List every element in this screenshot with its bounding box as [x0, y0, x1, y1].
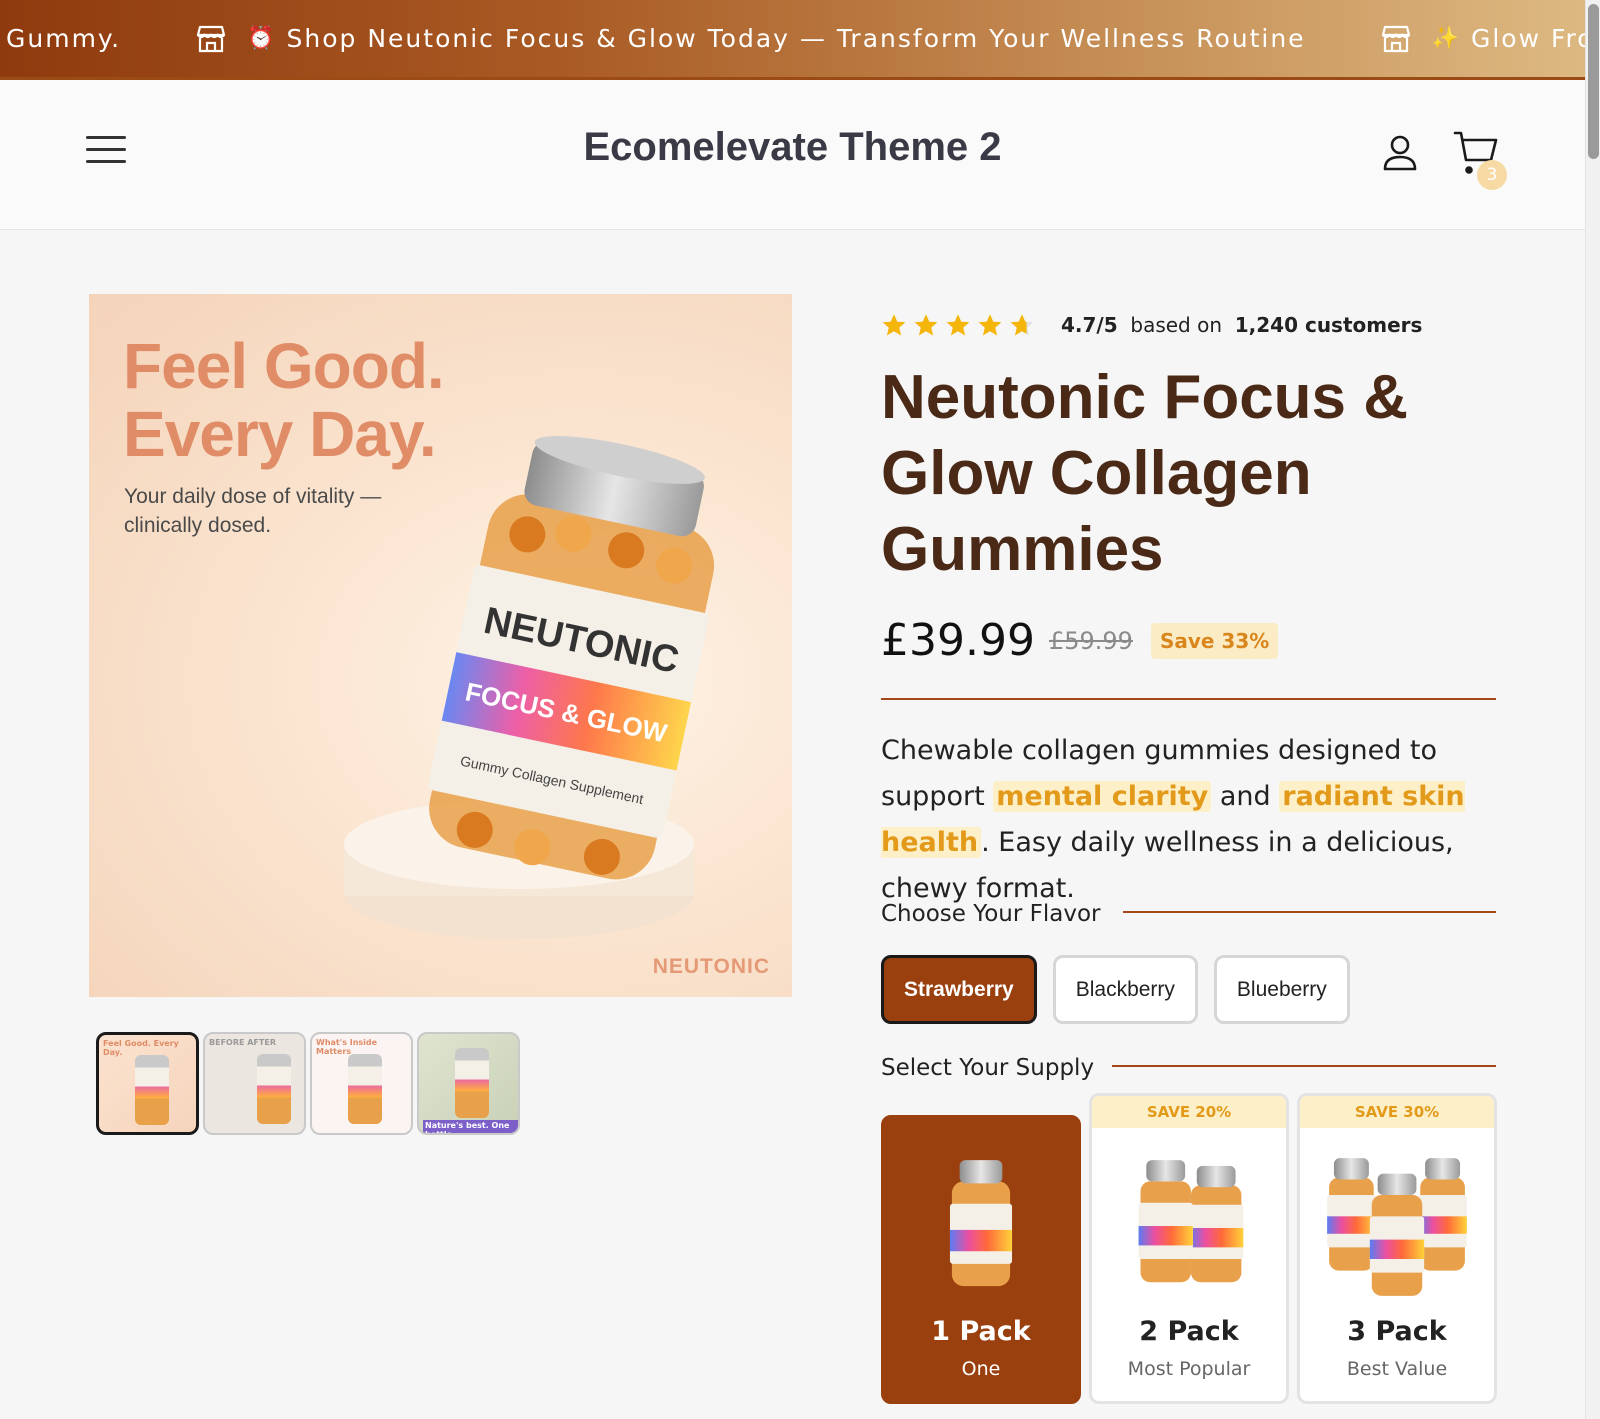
star-icon [978, 314, 1002, 336]
hero-corner-brand: NEUTONIC [652, 955, 770, 978]
thumbnail-gallery: Feel Good. Every Day. BEFORE AFTER What'… [96, 1032, 524, 1135]
announcement-track: Gummy. ⏰ Shop Neutonic Focus & Glow Toda… [6, 0, 1585, 77]
pack-subtitle: Best Value [1346, 1358, 1448, 1380]
page-scrollbar[interactable] [1585, 0, 1600, 1419]
thumbnail-4[interactable]: Nature's best. One bottle. [417, 1032, 520, 1135]
rating-stars [881, 312, 1041, 338]
announcement-text: Shop Neutonic Focus & Glow Today — Trans… [286, 24, 1306, 53]
current-price: £39.99 [881, 615, 1035, 666]
sparkle-icon: ✨ [1431, 26, 1461, 51]
star-icon [946, 314, 970, 336]
pack-3-option[interactable]: SAVE 30% 3 Pack Best Value [1297, 1093, 1497, 1404]
divider [881, 698, 1496, 700]
price-row: £39.99 £59.99 Save 33% [881, 615, 1279, 666]
star-icon [914, 314, 938, 336]
thumbnail-3[interactable]: What's Inside Matters [310, 1032, 413, 1135]
star-partial-icon [1010, 314, 1034, 336]
site-header: Ecomelevate Theme 2 3 [0, 80, 1585, 230]
announcement-item[interactable]: ⏰ Shop Neutonic Focus & Glow Today — Tra… [195, 24, 1305, 54]
highlight-mental-clarity: mental clarity [993, 781, 1212, 812]
site-logo[interactable]: Ecomelevate Theme 2 [0, 125, 1585, 170]
product-title: Neutonic Focus & Glow Collagen Gummies [881, 363, 1409, 584]
jar-pair-icon [1138, 1160, 1244, 1283]
thumbnail-1[interactable]: Feel Good. Every Day. [96, 1032, 199, 1135]
announcement-item[interactable]: ✨ Glow From With [1380, 24, 1585, 54]
save-badge: Save 33% [1150, 622, 1279, 659]
store-icon [197, 25, 226, 52]
supply-divider [1112, 1065, 1496, 1067]
flavor-options: Strawberry Blackberry Blueberry [881, 955, 1366, 1024]
scrollbar-thumb[interactable] [1588, 4, 1599, 159]
store-icon [1381, 25, 1410, 52]
pack-subtitle: One [961, 1358, 1001, 1380]
pack-name: 3 Pack [1347, 1316, 1447, 1347]
pack-subtitle: Most Popular [1127, 1358, 1251, 1380]
supply-options: 1 Pack One SAVE 20% 2 Pack Most Popular … [881, 1093, 1505, 1404]
pack-name: 2 Pack [1139, 1316, 1239, 1347]
supply-label: Select Your Supply [881, 1055, 1095, 1081]
announcement-item[interactable]: Gummy. [6, 24, 121, 53]
jar-icon [949, 1160, 1013, 1287]
jar-trio-icon [1327, 1158, 1467, 1296]
compare-price: £59.99 [1048, 626, 1133, 655]
flavor-strawberry-button[interactable]: Strawberry [881, 955, 1037, 1024]
pack-save-badge: SAVE 20% [1092, 1096, 1286, 1128]
flavor-divider [1123, 911, 1496, 913]
flavor-blackberry-button[interactable]: Blackberry [1052, 955, 1198, 1024]
thumbnail-2[interactable]: BEFORE AFTER [203, 1032, 306, 1135]
star-icon [882, 314, 906, 336]
pack-1-option[interactable]: 1 Pack One [881, 1115, 1081, 1404]
alarm-clock-icon: ⏰ [247, 26, 277, 51]
cart-count-badge: 3 [1477, 160, 1507, 190]
product-main-image[interactable]: Feel Good. Every Day. Your daily dose of… [89, 294, 792, 997]
pack-save-badge: SAVE 30% [1300, 1096, 1494, 1128]
product-description: Chewable collagen gummies designed to su… [881, 735, 1465, 904]
announcement-text: Glow From With [1470, 24, 1585, 53]
product-rating[interactable]: 4.7/5 based on 1,240 customers [881, 312, 1422, 338]
pack-2-option[interactable]: SAVE 20% 2 Pack Most Popular [1089, 1093, 1289, 1404]
product-jar-illustration: NEUTONIC FOCUS & GLOW Gummy Collagen Sup… [344, 436, 715, 939]
announcement-text: Gummy. [6, 24, 122, 53]
flavor-label: Choose Your Flavor [881, 901, 1101, 927]
flavor-blueberry-button[interactable]: Blueberry [1213, 955, 1350, 1024]
pack-name: 1 Pack [931, 1316, 1031, 1347]
announcement-bar: Gummy. ⏰ Shop Neutonic Focus & Glow Toda… [0, 0, 1585, 80]
account-icon[interactable] [1380, 132, 1420, 172]
rating-summary: 4.7/5 based on 1,240 customers [1061, 313, 1423, 337]
